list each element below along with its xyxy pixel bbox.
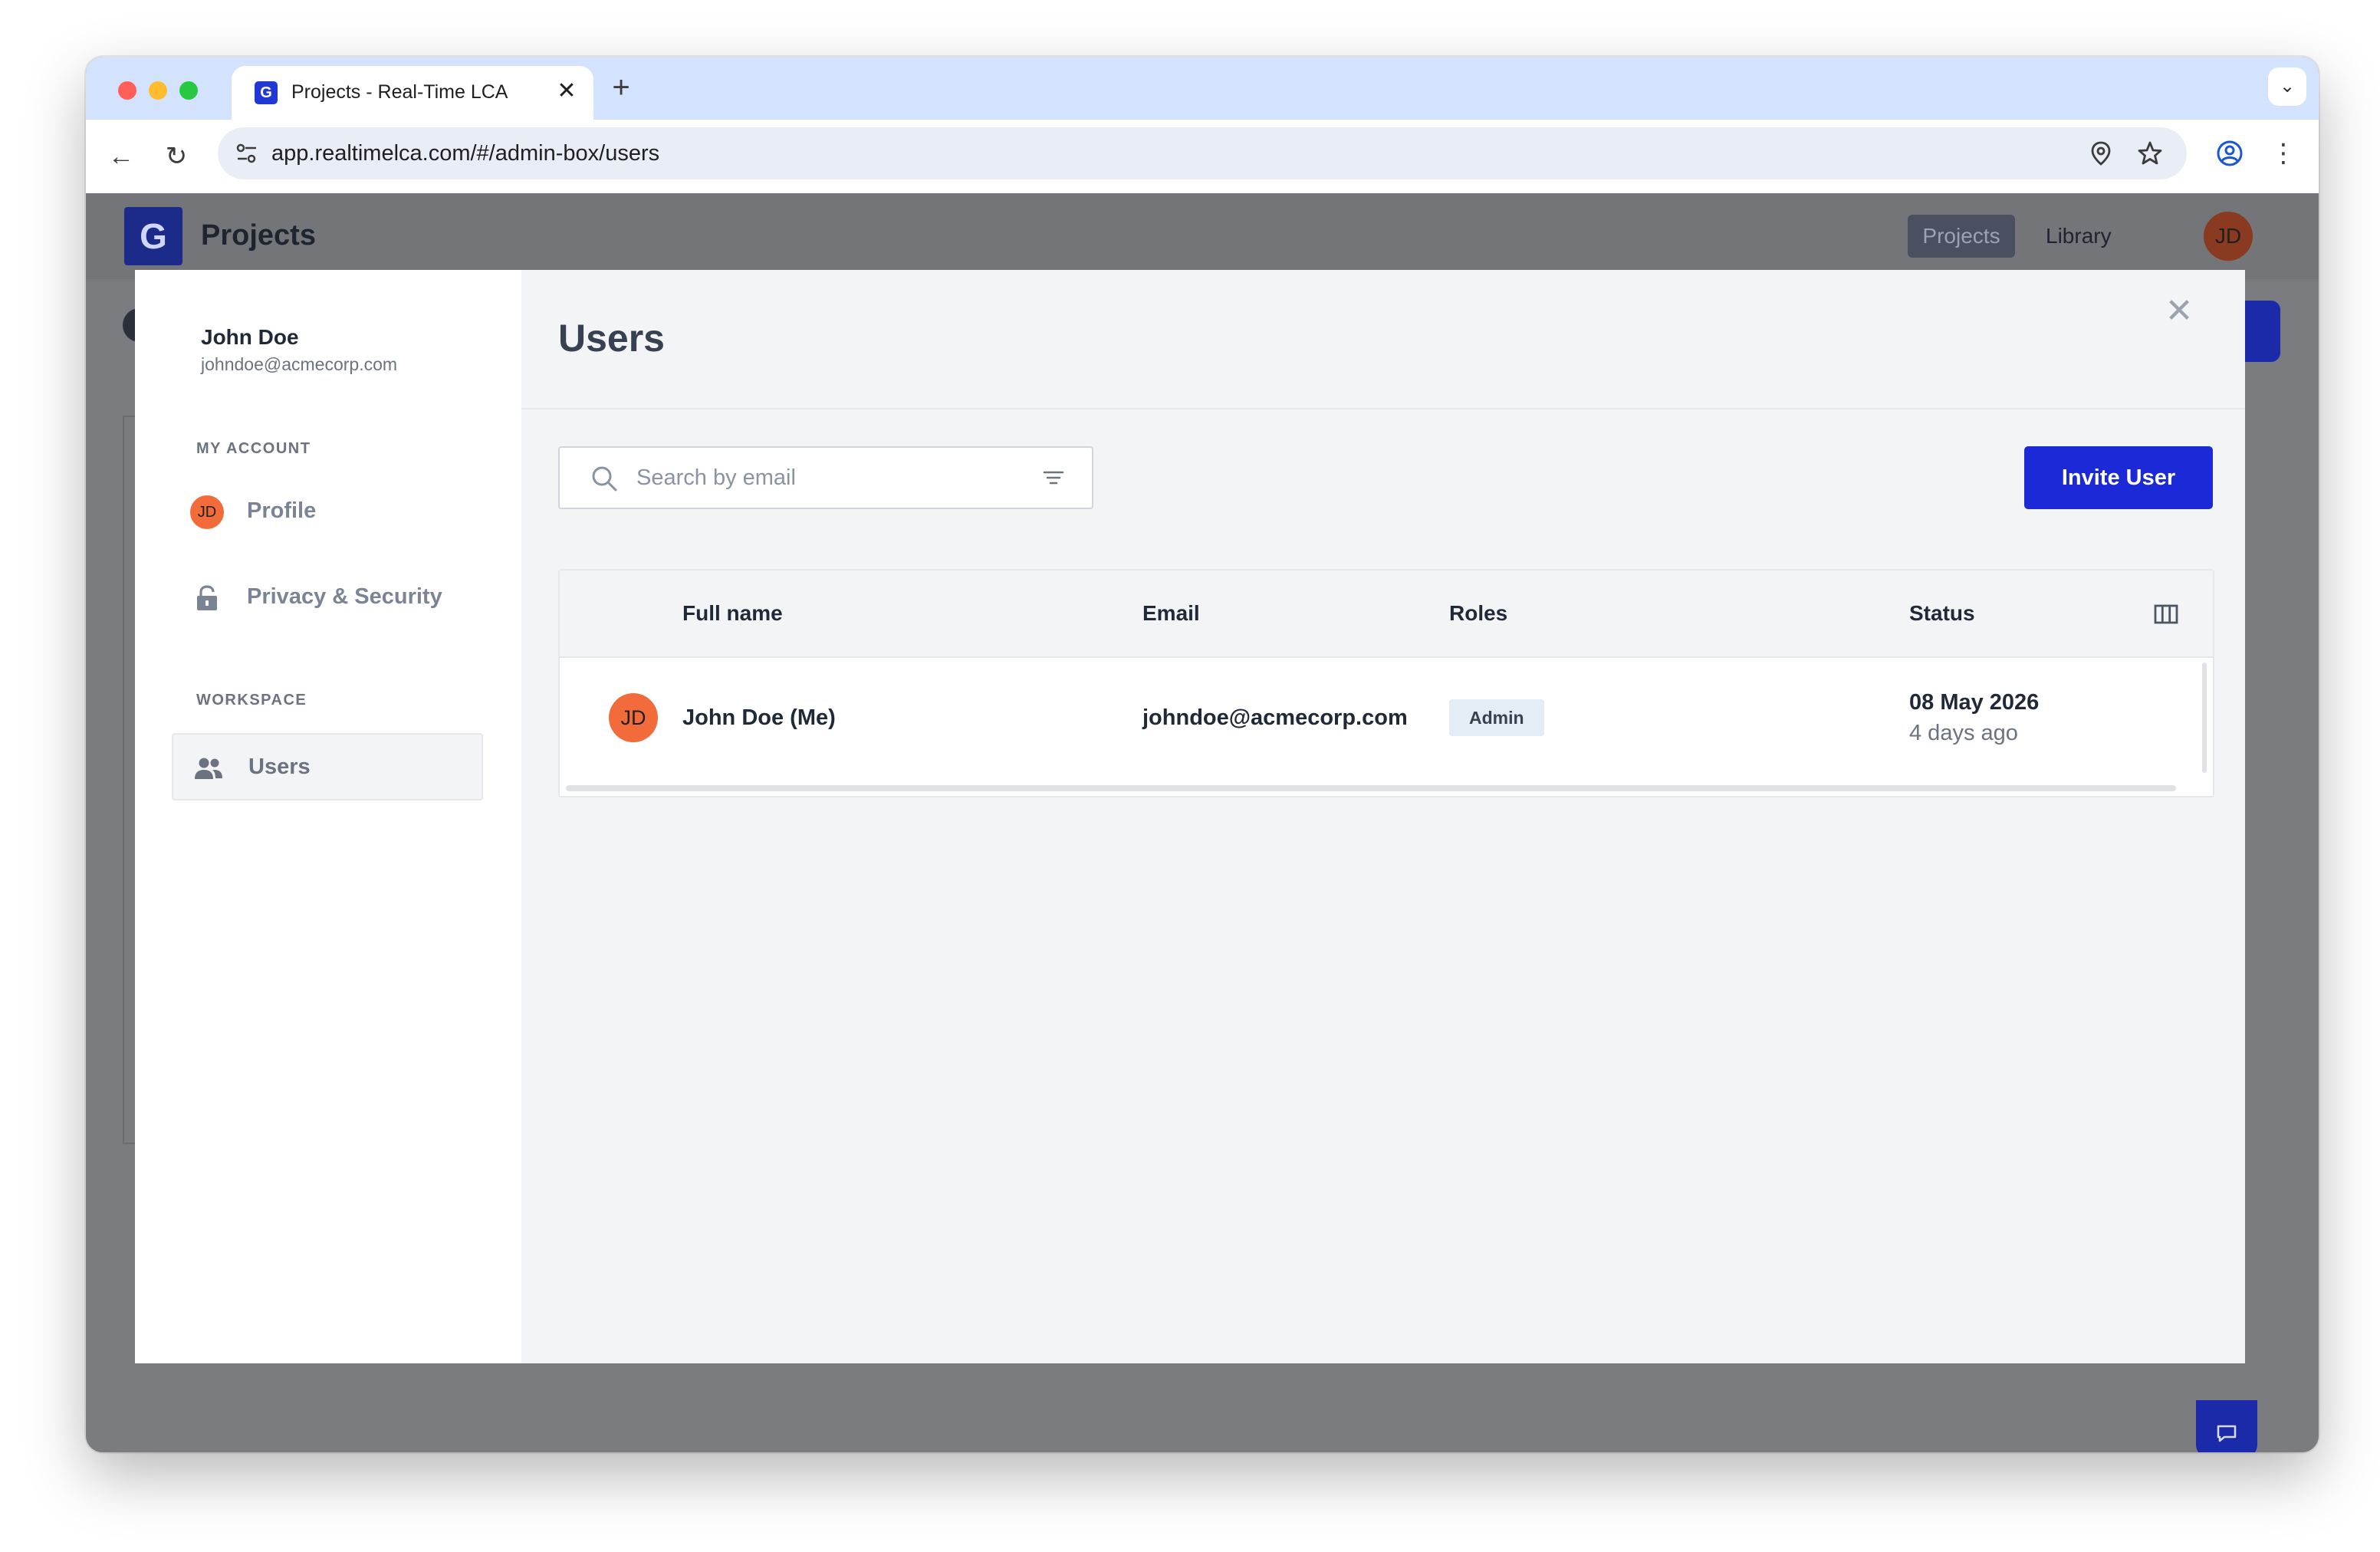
table-row[interactable]: JD John Doe (Me) johndoe@acmecorp.com Ad…	[560, 659, 2201, 776]
bookmark-star-icon[interactable]	[2136, 140, 2164, 167]
nav-projects[interactable]: Projects	[1908, 215, 2015, 258]
modal-sidebar: John Doe johndoe@acmecorp.com MY ACCOUNT…	[135, 270, 521, 1363]
minimize-window-button[interactable]	[149, 81, 167, 100]
sidebar-item-label: Users	[248, 755, 311, 779]
cell-status-date: 08 May 2026	[1909, 690, 2040, 715]
people-icon	[192, 751, 225, 785]
nav-library[interactable]: Library	[2046, 215, 2112, 258]
column-header-roles[interactable]: Roles	[1449, 601, 1507, 626]
search-input[interactable]	[636, 459, 1020, 497]
chat-bubble-icon[interactable]	[2196, 1400, 2257, 1452]
admin-modal: John Doe johndoe@acmecorp.com MY ACCOUNT…	[135, 270, 2245, 1363]
column-header-status[interactable]: Status	[1909, 601, 1975, 626]
browser-toolbar: ← ↻ app.realtimelca.com/#/admin-box/user…	[86, 120, 2319, 193]
cell-email: johndoe@acmecorp.com	[1142, 705, 1408, 730]
column-header-email[interactable]: Email	[1142, 601, 1200, 626]
vertical-scrollbar[interactable]	[2202, 663, 2207, 773]
users-table: Full name Email Roles Status JD John Doe…	[558, 569, 2214, 797]
avatar: JD	[190, 495, 224, 529]
role-badge: Admin	[1449, 699, 1544, 736]
modal-main: Users ✕ Search by email Invite User Full…	[521, 270, 2245, 1363]
close-icon[interactable]: ✕	[2161, 293, 2198, 330]
browser-profile-icon[interactable]	[2213, 136, 2247, 170]
horizontal-scrollbar[interactable]	[566, 785, 2176, 791]
tab-title: Projects - Real-Time LCA	[291, 81, 508, 103]
invite-user-button[interactable]: Invite User	[2024, 446, 2213, 509]
page-title: Users	[558, 317, 665, 360]
user-avatar[interactable]: JD	[2204, 212, 2253, 261]
reload-icon[interactable]: ↻	[159, 140, 193, 173]
table-header: Full name Email Roles Status	[560, 570, 2213, 658]
close-window-button[interactable]	[118, 81, 136, 100]
divider	[521, 408, 2245, 409]
tab-search-button[interactable]: ⌄	[2268, 67, 2306, 106]
app-page: G Projects Projects Library JD John Doe …	[86, 193, 2319, 1452]
app-header: G Projects Projects Library JD	[86, 193, 2319, 279]
browser-window: G Projects - Real-Time LCA ✕ + ⌄ ← ↻ app…	[86, 57, 2319, 1452]
profile-avatar: JD	[190, 495, 224, 529]
filter-icon[interactable]	[1041, 466, 1066, 491]
section-label-my-account: MY ACCOUNT	[196, 440, 311, 457]
lock-icon	[190, 581, 224, 615]
app-title: Projects	[201, 219, 316, 252]
location-pin-icon[interactable]	[2087, 140, 2115, 167]
address-bar[interactable]: app.realtimelca.com/#/admin-box/users	[218, 127, 2187, 179]
sidebar-item-label: Profile	[247, 498, 317, 523]
site-info-icon[interactable]	[233, 140, 261, 167]
tab-close-icon[interactable]: ✕	[554, 78, 580, 104]
sidebar-item-label: Privacy & Security	[247, 584, 442, 609]
new-tab-button[interactable]: +	[604, 72, 638, 106]
cell-status-relative: 4 days ago	[1909, 721, 2018, 745]
url-text[interactable]: app.realtimelca.com/#/admin-box/users	[271, 141, 659, 166]
column-header-full-name[interactable]: Full name	[682, 601, 783, 626]
sidebar-item-profile[interactable]: JD Profile	[172, 478, 483, 546]
background-button	[2242, 301, 2280, 362]
account-email: johndoe@acmecorp.com	[201, 354, 398, 374]
more-menu-icon[interactable]: ⋮	[2267, 136, 2300, 170]
maximize-window-button[interactable]	[179, 81, 198, 100]
cell-full-name: John Doe (Me)	[682, 705, 836, 730]
app-logo[interactable]: G	[124, 207, 182, 265]
columns-settings-icon[interactable]	[2153, 601, 2179, 627]
search-icon	[590, 465, 618, 492]
sidebar-item-users[interactable]: Users	[172, 733, 483, 801]
sidebar-item-privacy-security[interactable]: Privacy & Security	[172, 564, 483, 632]
browser-tab[interactable]: G Projects - Real-Time LCA ✕	[232, 66, 593, 120]
section-label-workspace: WORKSPACE	[196, 692, 307, 709]
tab-strip: G Projects - Real-Time LCA ✕ + ⌄	[86, 57, 2319, 120]
search-field[interactable]	[558, 446, 1093, 509]
account-name: John Doe	[201, 325, 299, 349]
avatar: JD	[609, 693, 658, 742]
back-icon[interactable]: ←	[104, 140, 138, 173]
favicon-icon: G	[255, 81, 278, 104]
